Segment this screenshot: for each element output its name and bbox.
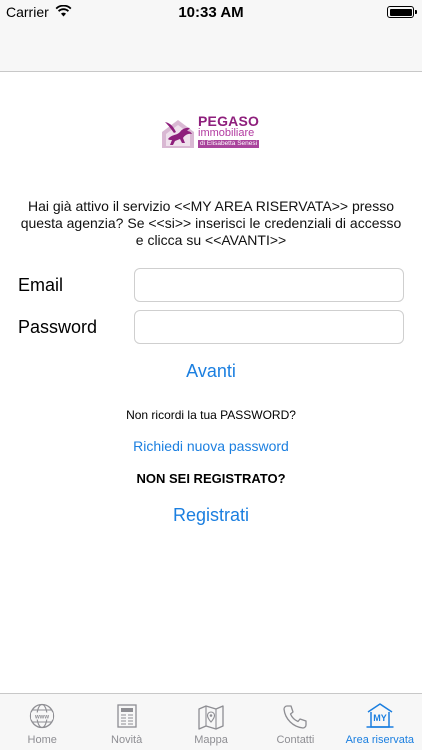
my-badge: MY xyxy=(373,713,387,723)
logo-title: PEGASO xyxy=(198,112,260,129)
status-bar: Carrier 10:33 AM xyxy=(0,0,422,24)
tab-novita-label: Novità xyxy=(111,734,143,746)
tab-novita[interactable]: Novità xyxy=(84,694,168,750)
my-house-icon: MY xyxy=(366,703,394,728)
forgot-password-text: Non ricordi la tua PASSWORD? xyxy=(126,408,296,422)
tab-home[interactable]: www Home xyxy=(0,694,84,750)
screen: Carrier 10:33 AM PEGASO immobiliare di E… xyxy=(0,0,422,750)
logo-subtitle: immobiliare xyxy=(198,126,255,139)
tab-contatti[interactable]: Contatti xyxy=(253,694,337,750)
tab-area-riservata-label: Area riservata xyxy=(345,734,415,746)
status-left: Carrier xyxy=(6,4,72,20)
register-button[interactable]: Registrati xyxy=(0,505,422,526)
phone-icon xyxy=(283,705,308,729)
carrier-label: Carrier xyxy=(6,4,49,20)
newspaper-icon xyxy=(116,704,137,728)
tab-home-label: Home xyxy=(27,734,57,746)
wifi-icon xyxy=(55,4,72,20)
password-label: Password xyxy=(18,317,98,337)
email-field[interactable] xyxy=(134,268,404,302)
map-icon xyxy=(198,705,224,730)
agency-logo: PEGASO immobiliare di Elisabetta Senesi xyxy=(160,112,264,149)
battery-icon xyxy=(387,6,417,18)
tab-contatti-label: Contatti xyxy=(276,734,315,746)
tab-mappa[interactable]: Mappa xyxy=(169,694,253,750)
navigation-bar xyxy=(0,24,422,72)
not-registered-text: NON SEI REGISTRATO? xyxy=(136,471,286,486)
logo-owner: di Elisabetta Senesi xyxy=(198,139,260,148)
globe-icon: www xyxy=(30,703,55,729)
password-field[interactable] xyxy=(134,310,404,344)
request-new-password-link[interactable]: Richiedi nuova password xyxy=(0,438,422,454)
tab-mappa-label: Mappa xyxy=(194,734,228,746)
intro-text: Hai già attivo il servizio <<MY AREA RIS… xyxy=(20,198,402,248)
svg-text:www: www xyxy=(34,715,49,721)
tab-area-riservata[interactable]: MY Area riservata xyxy=(338,694,422,750)
pegasus-logo-icon xyxy=(160,112,196,149)
avanti-button[interactable]: Avanti xyxy=(0,361,422,382)
email-label: Email xyxy=(18,275,64,295)
logo-text: PEGASO immobiliare di Elisabetta Senesi xyxy=(196,112,260,149)
tab-bar: www Home Novità Mappa Contatti MY Area r… xyxy=(0,693,422,750)
